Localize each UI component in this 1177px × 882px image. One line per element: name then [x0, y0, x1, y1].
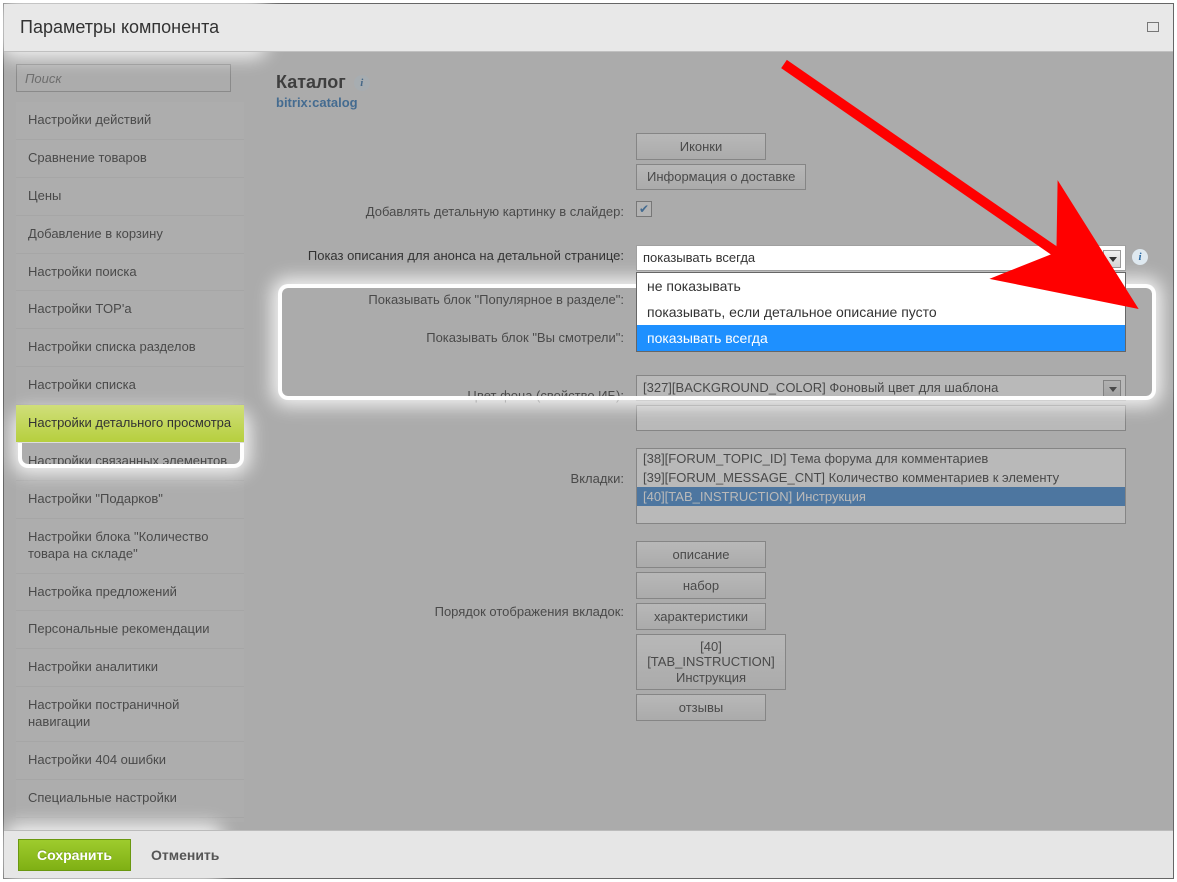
sidebar: Настройки действий Сравнение товаров Цен… [4, 52, 252, 830]
label-viewed-block: Показывать блок "Вы смотрели": [276, 324, 636, 347]
listbox-bg-color[interactable] [636, 405, 1126, 431]
icons-button[interactable]: Иконки [636, 133, 766, 160]
sidebar-item[interactable]: Цены [16, 178, 244, 216]
sidebar-item[interactable]: Настройки постраничной навигации [16, 687, 244, 742]
select-anons-display[interactable]: показывать всегда [636, 245, 1126, 271]
label-bg-color: Цвет фона (свойство ИБ): [276, 372, 636, 405]
list-option[interactable]: [38][FORUM_TOPIC_ID] Тема форума для ком… [637, 449, 1125, 468]
sidebar-item[interactable]: Настройки 404 ошибки [16, 742, 244, 780]
checkbox-add-detail-pic[interactable]: ✔ [636, 201, 652, 217]
chevron-down-icon [1109, 387, 1117, 392]
sidebar-nav[interactable]: Настройки действий Сравнение товаров Цен… [16, 102, 244, 822]
tab-order-button[interactable]: отзывы [636, 694, 766, 721]
select-bg-color[interactable]: [327][BACKGROUND_COLOR] Фоновый цвет для… [636, 375, 1126, 401]
chevron-down-icon [1109, 257, 1117, 262]
label-anons-display: Показ описания для анонса на детальной с… [276, 242, 636, 265]
sidebar-item[interactable]: Сравнение товаров [16, 140, 244, 178]
sidebar-item[interactable]: Специальные настройки [16, 780, 244, 818]
dialog-footer: Сохранить Отменить [4, 830, 1173, 878]
dropdown-option-selected[interactable]: показывать всегда [637, 325, 1125, 351]
sidebar-item[interactable]: Настройки аналитики [16, 649, 244, 687]
delivery-info-button[interactable]: Информация о доставке [636, 164, 806, 190]
list-option[interactable]: [39][FORUM_MESSAGE_CNT] Количество комме… [637, 468, 1125, 487]
component-heading: Каталог [276, 72, 346, 93]
dropdown-option[interactable]: показывать, если детальное описание пуст… [637, 299, 1125, 325]
dialog-titlebar: Параметры компонента [4, 4, 1173, 52]
sidebar-item[interactable]: Настройки списка [16, 367, 244, 405]
dropdown-option[interactable]: не показывать [637, 273, 1125, 299]
label-tab-order: Порядок отображения вкладок: [276, 538, 636, 621]
dialog-body: Настройки действий Сравнение товаров Цен… [4, 52, 1173, 830]
tab-order-current[interactable]: [40][TAB_INSTRUCTION] Инструкция [636, 634, 786, 691]
component-id: bitrix:catalog [276, 95, 1149, 110]
search-input[interactable] [16, 64, 231, 92]
save-button[interactable]: Сохранить [18, 839, 131, 871]
sidebar-item[interactable]: Настройки TOP'а [16, 291, 244, 329]
cancel-button[interactable]: Отменить [141, 840, 229, 870]
main-panel: Каталог i bitrix:catalog Иконки Информац… [252, 52, 1173, 830]
sidebar-item[interactable]: Персональные рекомендации [16, 611, 244, 649]
sidebar-item[interactable]: Настройки "Подарков" [16, 481, 244, 519]
sidebar-item[interactable]: Добавление в корзину [16, 216, 244, 254]
sidebar-item[interactable]: Настройка предложений [16, 574, 244, 612]
select-anons-value: показывать всегда [643, 250, 755, 265]
sidebar-item[interactable]: Настройки связанных элементов [16, 443, 244, 481]
sidebar-item-active[interactable]: Настройки детального просмотра [16, 405, 244, 443]
list-option-selected[interactable]: [40][TAB_INSTRUCTION] Инструкция [637, 487, 1125, 506]
tab-order-button[interactable]: описание [636, 541, 766, 568]
maximize-icon[interactable] [1147, 22, 1159, 32]
dialog-title: Параметры компонента [20, 17, 219, 38]
listbox-tabs[interactable]: [38][FORUM_TOPIC_ID] Тема форума для ком… [636, 448, 1126, 524]
sidebar-item[interactable]: Настройки списка разделов [16, 329, 244, 367]
dropdown-anons-display[interactable]: не показывать показывать, если детальное… [636, 272, 1126, 352]
info-icon[interactable]: i [1132, 249, 1148, 265]
label-add-detail-pic: Добавлять детальную картинку в слайдер: [276, 198, 636, 221]
label-popular-block: Показывать блок "Популярное в разделе": [276, 286, 636, 309]
component-params-dialog: Параметры компонента Настройки действий … [3, 3, 1174, 879]
select-bg-value: [327][BACKGROUND_COLOR] Фоновый цвет для… [643, 380, 998, 395]
sidebar-item[interactable]: Настройки поиска [16, 254, 244, 292]
label-tabs: Вкладки: [276, 445, 636, 488]
info-icon[interactable]: i [354, 75, 370, 91]
sidebar-item[interactable]: Настройки действий [16, 102, 244, 140]
tab-order-button[interactable]: набор [636, 572, 766, 599]
tab-order-button[interactable]: характеристики [636, 603, 766, 630]
sidebar-item[interactable]: Настройки блока "Количество товара на ск… [16, 519, 244, 574]
